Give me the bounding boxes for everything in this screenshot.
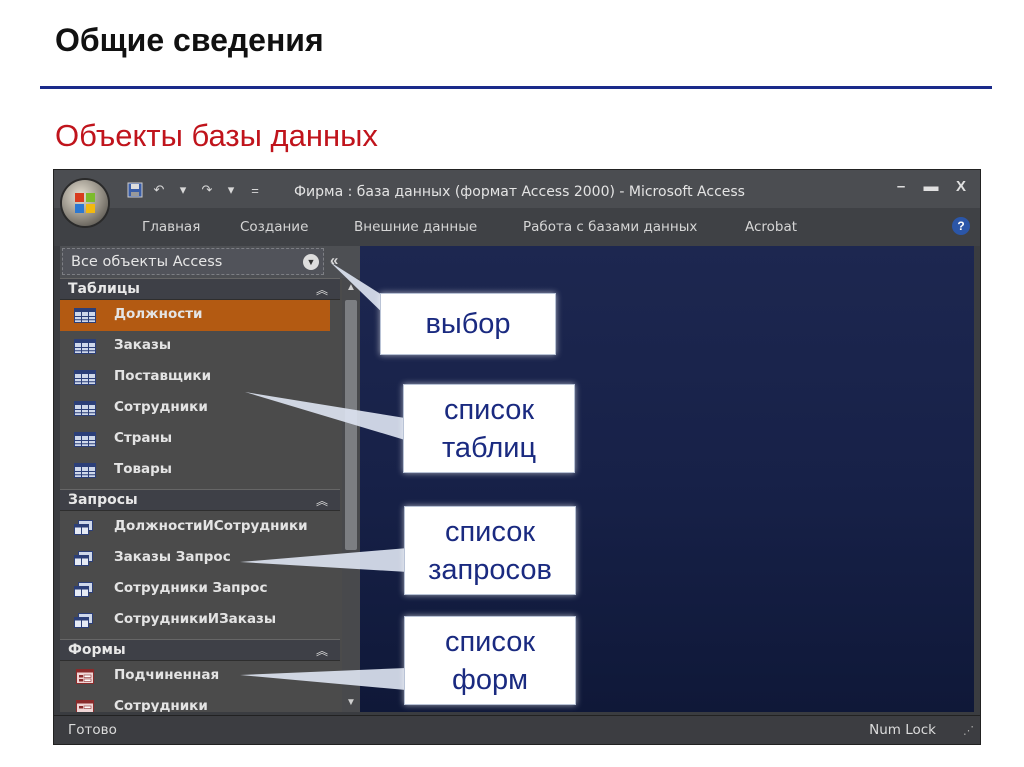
item-label: Заказы Запрос [114,549,231,565]
double-chevron-up-icon: ︽ [315,644,328,658]
chevron-down-icon[interactable]: ▼ [303,254,319,270]
item-label: ДолжностиИСотрудники [114,518,308,534]
table-icon [74,308,96,323]
callout-line: форм [451,664,529,696]
nav-item-query[interactable]: Сотрудники Запрос [60,574,330,605]
item-label: Должности [114,306,203,322]
num-lock-indicator: Num Lock [869,722,936,738]
callout-line: список [443,394,535,426]
resize-grip-icon[interactable]: ⋰ [963,724,974,737]
nav-item-table[interactable]: Поставщики [60,362,330,393]
nav-item-table[interactable]: Должности [60,300,330,331]
item-label: СотрудникиИЗаказы [114,611,277,627]
window-title: Фирма : база данных (формат Access 2000)… [294,184,745,200]
window-controls: – ▬ X [892,178,970,195]
tab-create[interactable]: Создание [240,219,308,235]
office-logo-icon [75,193,95,213]
group-queries[interactable]: Запросы ︽ [60,489,340,511]
callout-line: запросов [428,554,552,586]
slide-title: Общие сведения [55,22,324,58]
tab-database-tools[interactable]: Работа с базами данных [523,219,697,235]
nav-item-table[interactable]: Заказы [60,331,330,362]
callout-queries: список запросов [404,506,576,595]
nav-item-form[interactable]: Сотрудники [60,692,330,712]
undo-icon[interactable]: ↶ [150,181,168,199]
group-label: Запросы [68,492,138,508]
query-icon [74,582,93,597]
chevron-down-icon[interactable]: ▾ [222,181,240,199]
chevron-down-icon[interactable]: ▾ [174,181,192,199]
title-rule [40,86,992,89]
double-chevron-up-icon: ︽ [315,283,328,297]
group-forms[interactable]: Формы ︽ [60,639,340,661]
query-icon [74,520,93,535]
item-label: Сотрудники Запрос [114,580,268,596]
double-chevron-up-icon: ︽ [315,494,328,508]
collapse-pane-button[interactable]: « [330,252,338,269]
tab-external-data[interactable]: Внешние данные [354,219,477,235]
tab-home[interactable]: Главная [142,219,200,235]
callout-line: список [444,626,536,658]
nav-item-query[interactable]: ДолжностиИСотрудники [60,512,330,543]
close-button[interactable]: X [952,178,970,195]
quick-access-toolbar: ↶ ▾ ↷ ▾ = [126,180,264,200]
slide-subtitle: Объекты базы данных [55,118,378,153]
status-text: Готово [68,722,117,738]
navigation-pane: Все объекты Access ▼ « Таблицы ︽ Должнос… [60,246,360,712]
minimize-button[interactable]: – [892,178,910,195]
form-icon [76,700,94,712]
nav-item-query[interactable]: Заказы Запрос [60,543,330,574]
table-icon [74,401,96,416]
nav-object-dropdown[interactable]: Все объекты Access ▼ [62,248,324,275]
callout-line: список [444,516,536,548]
scroll-up-icon[interactable]: ▲ [346,282,356,293]
item-label: Страны [114,430,173,446]
scroll-thumb[interactable] [345,300,357,550]
table-icon [74,370,96,385]
form-icon [76,669,94,684]
group-tables[interactable]: Таблицы ︽ [60,278,340,300]
item-label: Поставщики [114,368,212,384]
nav-item-query[interactable]: СотрудникиИЗаказы [60,605,330,636]
callout-tables: список таблиц [403,384,575,473]
save-icon[interactable] [126,181,144,199]
query-icon [74,613,93,628]
redo-icon[interactable]: ↷ [198,181,216,199]
group-label: Формы [68,642,126,658]
callout-choice: выбор [380,293,556,355]
item-label: Сотрудники [114,698,208,712]
nav-item-table[interactable]: Сотрудники [60,393,330,424]
title-bar: ↶ ▾ ↷ ▾ = Фирма : база данных (формат Ac… [54,170,980,208]
maximize-button[interactable]: ▬ [922,178,940,195]
callout-line: таблиц [441,432,537,464]
tab-acrobat[interactable]: Acrobat [745,219,797,235]
item-label: Товары [114,461,173,477]
callout-text: выбор [425,308,511,340]
nav-header: Все объекты Access ▼ « [60,246,360,278]
nav-dropdown-label: Все объекты Access [71,254,223,270]
item-label: Сотрудники [114,399,208,415]
nav-item-table[interactable]: Товары [60,455,330,486]
status-bar: Готово Num Lock ⋰ [54,715,980,744]
query-icon [74,551,93,566]
item-label: Заказы [114,337,172,353]
nav-item-form[interactable]: Подчиненная [60,661,330,692]
help-icon[interactable]: ? [952,217,970,235]
qat-separator[interactable]: = [246,181,264,199]
scroll-down-icon[interactable]: ▼ [346,697,356,708]
ribbon-tabs: Главная Создание Внешние данные Работа с… [54,208,980,246]
table-icon [74,339,96,354]
item-label: Подчиненная [114,667,220,683]
table-icon [74,432,96,447]
callout-forms: список форм [404,616,576,705]
table-icon [74,463,96,478]
office-button[interactable] [62,180,108,226]
nav-item-table[interactable]: Страны [60,424,330,455]
nav-scrollbar[interactable]: ▲ ▼ [342,278,360,712]
group-label: Таблицы [68,281,140,297]
